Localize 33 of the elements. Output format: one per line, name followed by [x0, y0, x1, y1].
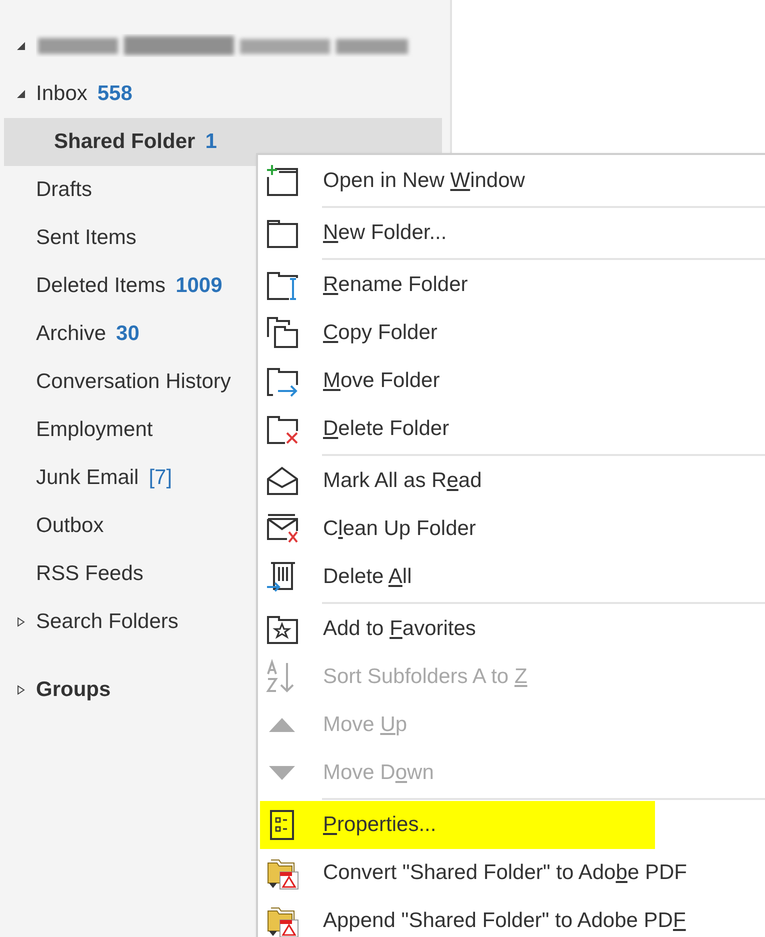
menu-item-label: Delete All [323, 565, 412, 589]
menu-item-label: New Folder... [323, 221, 447, 245]
menu-item-label: Move Up [323, 713, 408, 737]
menu-item[interactable]: Mark All as Read [258, 457, 765, 505]
menu-item[interactable]: Copy Folder [258, 309, 765, 357]
menu-item-label: Copy Folder [323, 321, 438, 345]
menu-item[interactable]: Append "Shared Folder" to Adobe PDF [258, 897, 765, 937]
menu-item[interactable]: Convert "Shared Folder" to Adobe PDF [258, 849, 765, 897]
menu-item[interactable]: Properties... [260, 801, 655, 849]
menu-item-label: Mark All as Read [323, 469, 482, 493]
menu-item[interactable]: New Folder... [258, 209, 765, 257]
down-triangle-icon [268, 765, 296, 781]
menu-item-label: Properties... [323, 813, 436, 837]
copy-folder-icon [265, 315, 301, 351]
up-triangle-icon [268, 717, 296, 733]
menu-item[interactable]: Clean Up Folder [258, 505, 765, 553]
menu-item[interactable]: Delete All [258, 553, 765, 601]
menu-item-label: Move Down [323, 761, 434, 785]
menu-item-label: Move Folder [323, 369, 440, 393]
menu-item-label: Sort Subfolders A to Z [323, 665, 528, 689]
menu-item[interactable]: Move Folder [258, 357, 765, 405]
menu-item-label: Open in New Window [323, 169, 525, 193]
folder-item[interactable]: Inbox 558 [4, 70, 442, 118]
menu-item-label: Rename Folder [323, 273, 468, 297]
menu-item-label: Convert "Shared Folder" to Adobe PDF [323, 861, 687, 885]
new-window-icon [265, 163, 301, 199]
menu-item-label: Delete Folder [323, 417, 450, 441]
menu-item[interactable]: Add to Favorites [258, 605, 765, 653]
menu-item-label: Clean Up Folder [323, 517, 476, 541]
menu-item[interactable]: Delete Folder [258, 405, 765, 453]
menu-item-label: Append "Shared Folder" to Adobe PDF [323, 909, 686, 933]
menu-item[interactable]: Rename Folder [258, 261, 765, 309]
menu-item-label: Add to Favorites [323, 617, 476, 641]
